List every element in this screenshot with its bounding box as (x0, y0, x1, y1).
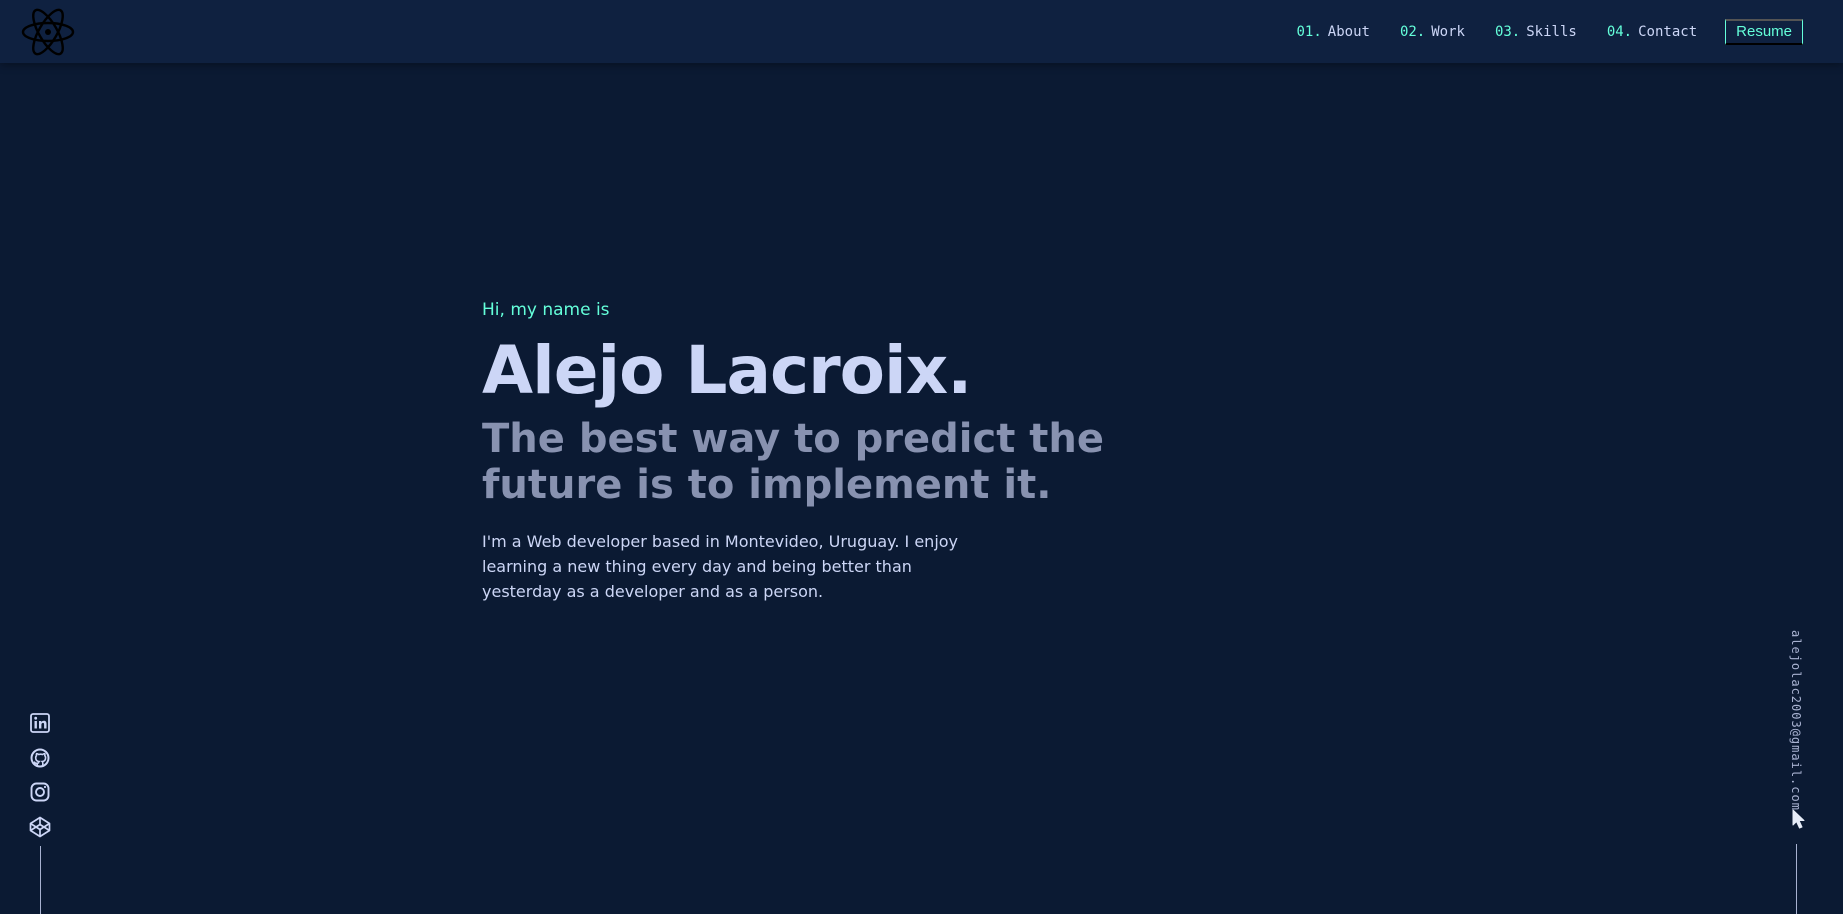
nav-label: Contact (1638, 23, 1698, 40)
hero-name: Alejo Lacroix. (482, 332, 972, 409)
site-header: 01. About 02. Work 03. Skills 04. Contact Re… (0, 0, 1843, 63)
nav-link-about[interactable]: 01. About (1296, 24, 1369, 40)
nav-link-skills[interactable]: 03. Skills (1495, 24, 1577, 40)
instagram-icon[interactable] (29, 781, 51, 803)
page: 01. About 02. Work 03. Skills 04. Contact Re… (0, 0, 1843, 914)
social-links (28, 712, 52, 850)
nav-number: 02. (1399, 23, 1426, 40)
cursor-icon (1791, 809, 1807, 829)
nav-number: 04. (1606, 23, 1633, 40)
nav-link-contact[interactable]: 04. Contact (1607, 24, 1697, 40)
nav-label: Skills (1526, 23, 1577, 40)
hero-tagline: The best way to predict the future is to… (482, 415, 1104, 508)
main-nav: 01. About 02. Work 03. Skills 04. Contact Re… (1266, 18, 1823, 45)
linkedin-icon[interactable] (29, 712, 51, 734)
codepen-icon[interactable] (29, 816, 51, 838)
nav-number: 01. (1296, 23, 1322, 40)
resume-button[interactable]: Resume (1725, 18, 1803, 45)
hero-greeting: Hi, my name is (482, 300, 610, 320)
hero-bio: I'm a Web developer based in Montevideo,… (482, 531, 959, 601)
social-divider-line (40, 846, 41, 914)
github-icon[interactable] (29, 747, 51, 769)
nav-label: About (1327, 23, 1370, 40)
nav-link-work[interactable]: 02. Work (1400, 24, 1465, 40)
email-divider-line (1796, 844, 1797, 914)
nav-label: Work (1431, 23, 1465, 40)
email-link[interactable]: alejolac2003@gmail.com (1789, 630, 1803, 811)
nav-number: 03. (1494, 23, 1521, 40)
atom-logo-icon[interactable] (20, 5, 76, 59)
hero-section: Hi, my name is Alejo Lacroix. The best w… (482, 300, 1242, 604)
email-sidebar: alejolac2003@gmail.com (1789, 630, 1803, 811)
